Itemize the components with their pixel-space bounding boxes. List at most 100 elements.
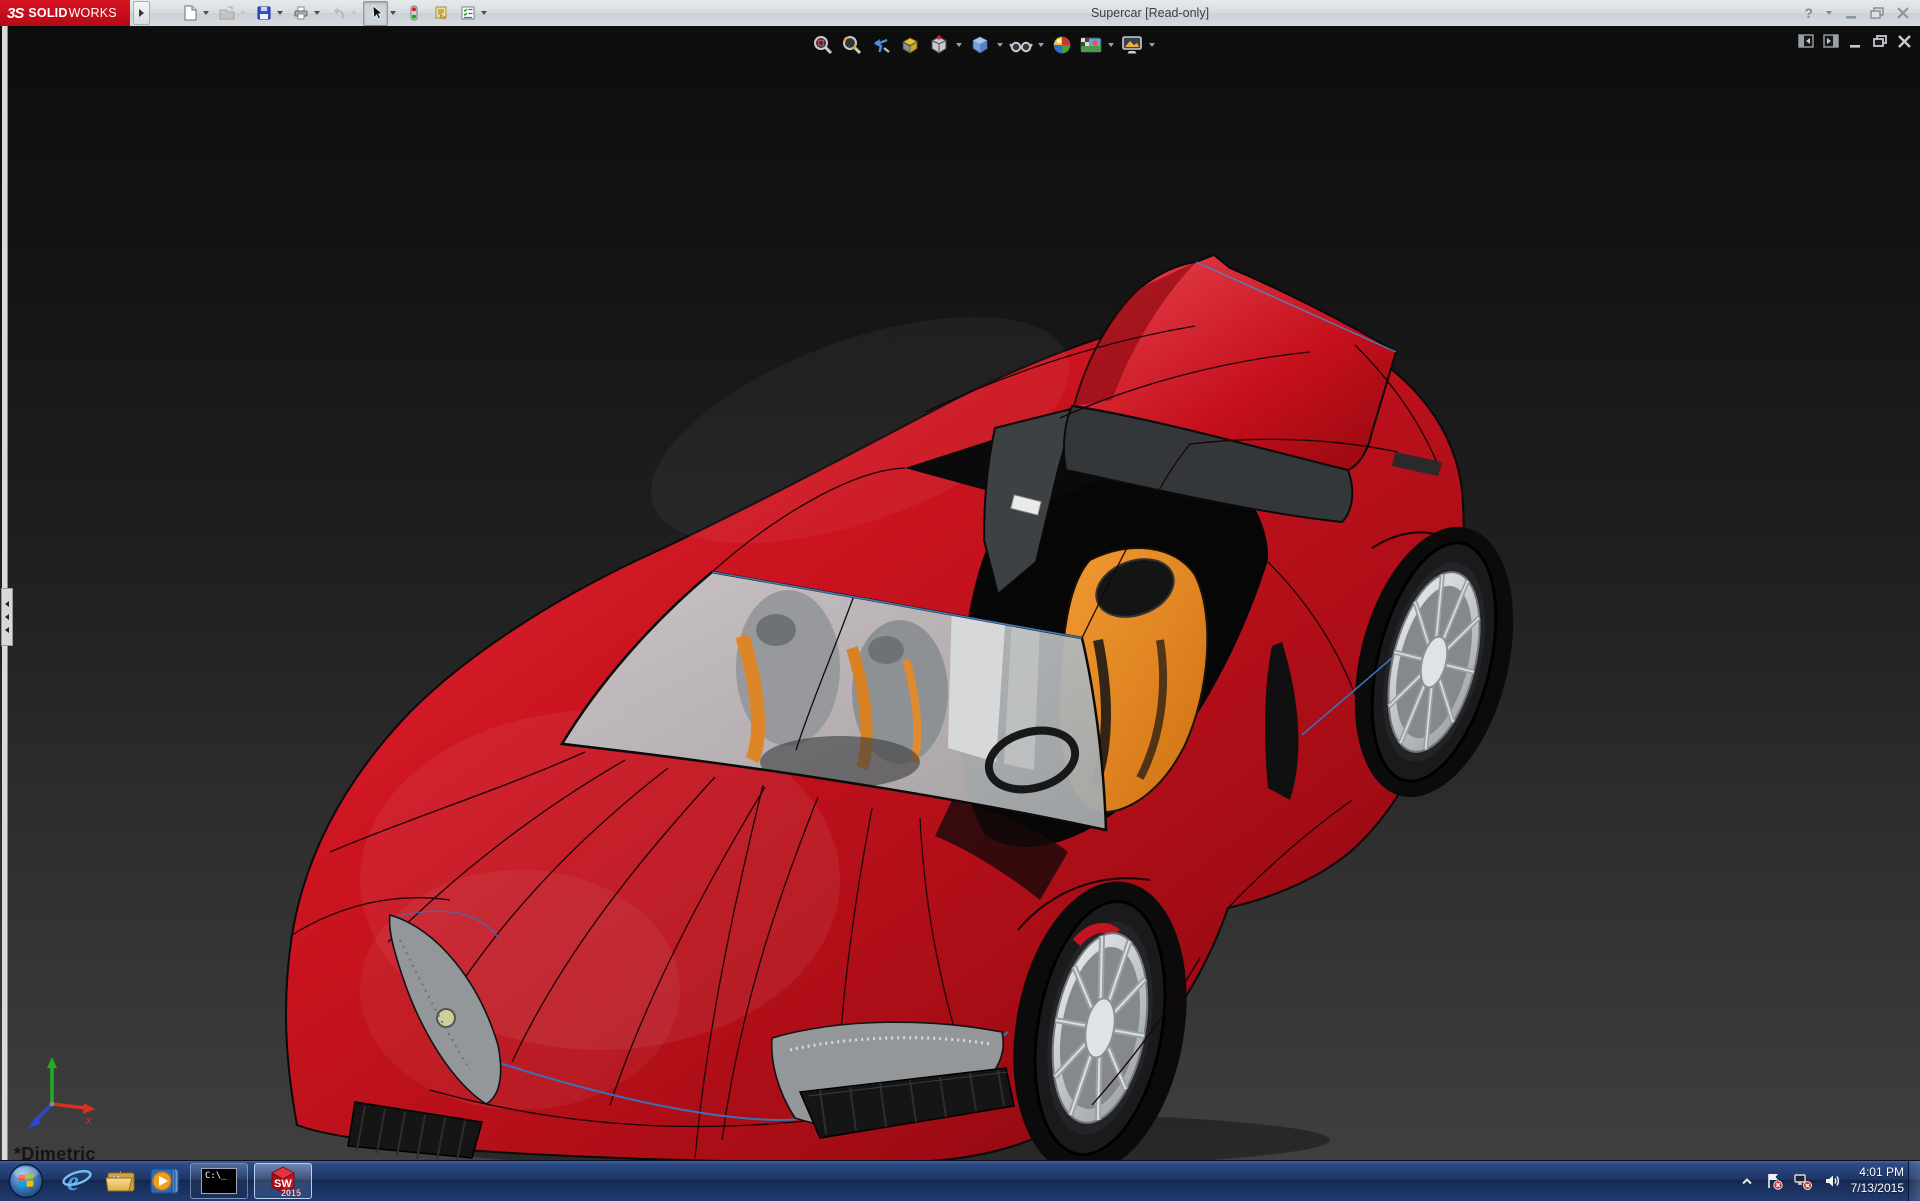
zoom-to-fit-icon [813, 35, 832, 54]
file-explorer-folder-icon [105, 1171, 135, 1192]
view-orientation-cube-icon [931, 35, 946, 54]
menu-flyout-button[interactable] [133, 1, 150, 25]
undo-caret[interactable] [351, 11, 357, 15]
car-model-3d[interactable] [0, 26, 1920, 1160]
edit-appearance-button[interactable] [1049, 32, 1074, 57]
hide-show-items-caret[interactable] [1038, 42, 1044, 47]
network-disconnected-icon[interactable] [1793, 1172, 1813, 1190]
view-orientation-label: *Dimetric [14, 1144, 96, 1160]
show-desktop-button[interactable] [1908, 1161, 1920, 1201]
x-axis-arrow [83, 1103, 95, 1114]
document-close-button[interactable] [1897, 34, 1912, 49]
zoom-to-fit-button[interactable] [810, 32, 835, 57]
splitter-arrow-icon [5, 614, 9, 620]
windows-media-player-icon [150, 1168, 179, 1194]
save-button[interactable] [252, 2, 275, 25]
options-caret[interactable] [481, 11, 487, 15]
view-settings-button[interactable] [1119, 32, 1144, 57]
window-controls: ? [1804, 0, 1910, 26]
new-document-button-group [178, 2, 211, 25]
new-document-caret[interactable] [203, 11, 209, 15]
zoom-to-area-button[interactable] [839, 32, 864, 57]
hide-show-glasses-icon [1008, 41, 1033, 52]
section-view-icon [901, 37, 918, 54]
apply-scene-icon [1080, 37, 1101, 52]
taskbar-item-internet-explorer[interactable]: e [55, 1161, 99, 1201]
options-button-group [456, 2, 489, 25]
start-button[interactable] [7, 1162, 45, 1200]
section-view-button[interactable] [897, 32, 922, 57]
view-orientation-caret[interactable] [956, 42, 962, 47]
save-button-group [252, 2, 285, 25]
pane-expand-right-icon[interactable] [1823, 33, 1839, 49]
restore-button[interactable] [1870, 6, 1885, 20]
splitter-arrow-icon [5, 627, 9, 633]
flyout-arrow-icon [139, 9, 144, 17]
heads-up-view-toolbar [810, 32, 1156, 57]
view-settings-monitor-icon [1121, 35, 1142, 53]
help-button[interactable]: ? [1804, 6, 1813, 20]
minimize-button[interactable] [1845, 6, 1859, 20]
taskbar-clock[interactable]: 4:01 PM 7/13/2015 [1851, 1165, 1904, 1196]
close-button[interactable] [1896, 6, 1910, 20]
open-button[interactable] [215, 2, 238, 25]
options-button[interactable] [456, 2, 479, 25]
help-caret[interactable] [1826, 11, 1832, 15]
view-orientation-button[interactable] [926, 32, 951, 57]
featuremanager-splitter-handle[interactable] [1, 588, 13, 646]
document-restore-button[interactable] [1872, 34, 1888, 49]
taskbar-item-media-player[interactable] [143, 1161, 187, 1201]
volume-icon[interactable] [1823, 1172, 1841, 1190]
action-center-flag-icon[interactable] [1765, 1172, 1783, 1190]
previous-view-button[interactable] [868, 32, 893, 57]
open-caret[interactable] [240, 11, 246, 15]
rebuild-button[interactable] [402, 2, 425, 25]
solidworks-logo-text-bold: SOLID [28, 6, 68, 20]
solidworks-logo-text-light: WORKS [68, 6, 117, 20]
save-icon [257, 6, 270, 20]
pane-expand-left-icon[interactable] [1798, 33, 1814, 49]
graphics-viewport[interactable]: x *Dimetric [0, 26, 1920, 1160]
save-caret[interactable] [277, 11, 283, 15]
taskbar-item-solidworks-2015[interactable]: SW 2015 [254, 1163, 312, 1199]
solidworks-logo-mark: 3S [7, 4, 24, 22]
zoom-to-area-icon [842, 35, 861, 54]
select-button-group [363, 0, 398, 26]
view-settings-caret[interactable] [1149, 42, 1155, 47]
title-bar: 3S SOLID WORKS Supercar [Read-only] ? [0, 0, 1920, 26]
print-icon [294, 6, 307, 20]
select-button[interactable] [363, 0, 388, 26]
undo-icon [333, 7, 344, 19]
orientation-triad: x [27, 1057, 95, 1129]
taskbar-item-command-prompt[interactable]: C:\_ [190, 1163, 248, 1199]
svg-text:e: e [67, 1166, 79, 1196]
print-button[interactable] [289, 2, 312, 25]
new-document-button[interactable] [178, 2, 201, 25]
apply-scene-button[interactable] [1078, 32, 1103, 57]
apply-scene-caret[interactable] [1108, 42, 1114, 47]
windows-taskbar: e C:\_ SW 2015 4:01 PM 7/13/2015 [0, 1160, 1920, 1201]
print-button-group [289, 2, 322, 25]
display-style-caret[interactable] [997, 42, 1003, 47]
windows-start-orb-icon [8, 1163, 44, 1199]
main-toolbar [178, 0, 492, 26]
undo-button-group [326, 2, 359, 25]
new-document-icon [184, 5, 196, 21]
internet-explorer-icon: e [62, 1166, 92, 1196]
file-properties-button[interactable] [429, 2, 452, 25]
document-window-controls [1798, 33, 1912, 49]
options-checklist-icon [461, 6, 474, 20]
file-properties-icon [435, 6, 446, 20]
open-button-group [215, 2, 248, 25]
undo-button[interactable] [326, 2, 349, 25]
taskbar-item-file-explorer[interactable] [99, 1161, 143, 1201]
clock-time: 4:01 PM [1859, 1165, 1904, 1180]
hide-show-items-button[interactable] [1008, 32, 1033, 57]
open-icon [219, 6, 234, 20]
edit-appearance-ball-icon [1053, 36, 1070, 53]
print-caret[interactable] [314, 11, 320, 15]
show-hidden-icons-chevron[interactable] [1739, 1174, 1755, 1188]
document-minimize-button[interactable] [1848, 34, 1863, 49]
select-caret[interactable] [390, 11, 396, 15]
display-style-button[interactable] [967, 32, 992, 57]
